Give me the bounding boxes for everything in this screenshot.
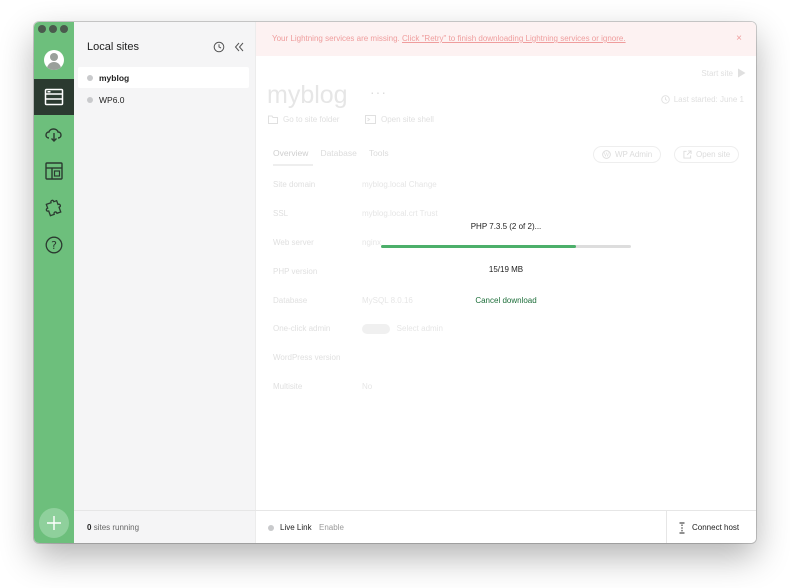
row-label: Database [273,296,308,305]
live-link-status-dot [268,525,274,531]
notice-banner: Your Lightning services are missing. Cli… [256,22,756,56]
one-click-toggle[interactable] [362,324,390,334]
cloud-download-icon [45,128,62,142]
close-icon[interactable]: × [736,33,742,44]
close-window-button[interactable] [38,25,46,33]
row-value[interactable]: Select admin [362,324,443,334]
page-title: myblog [267,81,348,109]
row-label: One-click admin [273,324,331,333]
notice-text: Your Lightning services are missing. [272,34,400,43]
wp-admin-label: WP Admin [615,150,653,159]
nav-rail: ? [34,22,74,543]
site-item-myblog[interactable]: myblog [78,67,249,88]
minimize-window-button[interactable] [49,25,57,33]
sidebar-footer: 0 sites running [74,510,256,543]
sidebar-title: Local sites [87,41,139,53]
play-icon [738,68,746,78]
rail-cloud-backups[interactable] [34,116,74,152]
main-footer: Live Link Enable Connect host [256,510,756,543]
last-started: Last started: June 1 [661,95,744,104]
download-title: PHP 7.3.5 (2 of 2)... [470,222,542,231]
row-label: PHP version [273,267,318,276]
download-size: 15/19 MB [488,265,524,274]
sites-running-label: sites running [93,523,140,532]
go-to-folder-label: Go to site folder [283,115,340,124]
external-link-icon [683,150,692,159]
row-label: SSL [273,209,289,218]
admin-select[interactable]: Select admin [397,324,443,333]
wp-admin-button[interactable]: W WP Admin [593,146,662,163]
open-shell-label: Open site shell [381,115,434,124]
row-label: Web server [273,238,314,247]
row-label: WordPress version [273,353,341,362]
folder-icon [268,115,278,124]
svg-text:?: ? [51,239,57,252]
site-tabs: Overview Database Tools [273,148,389,158]
collapse-sidebar-icon[interactable] [233,41,245,53]
rail-addons[interactable] [34,190,74,226]
row-label: Multisite [273,382,303,391]
site-status-dot [87,74,93,81]
connect-host-button[interactable]: Connect host [666,511,756,543]
download-progress-bar [381,245,631,248]
svg-text:W: W [604,153,610,159]
site-item-label: myblog [99,72,130,83]
wordpress-icon: W [602,150,611,159]
row-value[interactable]: nginx [362,238,381,247]
terminal-icon [365,115,376,124]
go-to-folder-link[interactable]: Go to site folder [268,115,339,124]
more-options-button[interactable]: ··· [370,84,387,100]
help-icon: ? [45,236,63,254]
site-status-dot [87,96,93,103]
connect-icon [679,522,685,533]
connect-host-label: Connect host [692,523,740,532]
row-value[interactable]: myblog.local Change [362,180,437,189]
add-site-button[interactable] [39,508,69,538]
tab-overview[interactable]: Overview [273,148,308,158]
last-started-text: Last started: June 1 [673,95,744,104]
sites-icon [44,88,64,106]
notice-link[interactable]: Click "Retry" to finish downloading Ligh… [402,34,626,43]
open-site-button[interactable]: Open site [674,146,740,163]
rail-local-sites[interactable] [34,79,74,115]
window-controls [38,25,68,33]
plus-icon [47,516,61,530]
start-site-label: Start site [701,68,733,78]
row-value[interactable]: myblog.local.crt Trust [362,209,438,218]
live-link-enable-button[interactable]: Enable [319,523,344,532]
open-shell-link[interactable]: Open site shell [365,115,434,124]
sites-running-status: 0 sites running [87,523,139,532]
download-progress-fill [381,245,576,248]
sites-sidebar: Local sites myblog WP6.0 0 sites running [74,22,256,543]
site-main: Your Lightning services are missing. Cli… [256,22,756,543]
avatar[interactable] [44,50,64,70]
clock-icon [661,95,670,104]
live-link-label: Live Link [280,523,312,532]
row-label: Site domain [273,180,316,189]
maximize-window-button[interactable] [60,25,68,33]
clock-icon[interactable] [213,41,225,53]
rail-help[interactable]: ? [34,227,74,263]
start-site-button[interactable]: Start site [701,68,746,78]
open-site-label: Open site [696,150,731,159]
tab-database[interactable]: Database [320,148,356,158]
cancel-download-link[interactable]: Cancel download [381,296,631,305]
sites-running-count: 0 [87,523,92,532]
row-value: No [362,382,373,391]
tab-tools[interactable]: Tools [369,148,389,158]
site-item-label: WP6.0 [99,94,125,105]
site-item-wp60[interactable]: WP6.0 [78,89,249,110]
puzzle-icon [45,199,62,217]
rail-blueprints[interactable] [34,153,74,189]
blueprint-icon [45,162,63,180]
tab-indicator [273,164,313,166]
app-window: ? Local sites myblog WP6.0 0 sites runni… [34,22,756,543]
